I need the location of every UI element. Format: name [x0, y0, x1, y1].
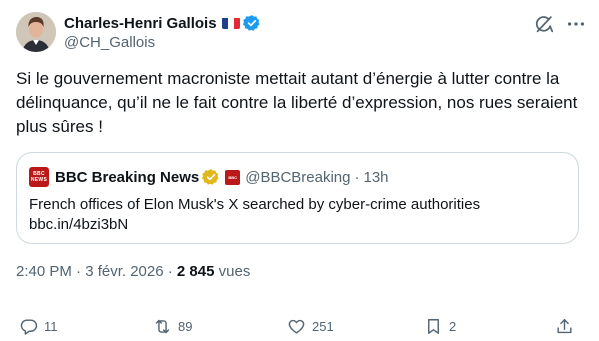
share-icon — [557, 318, 572, 333]
quoted-link[interactable]: bbc.in/4bzi3bN — [29, 215, 569, 235]
tweet-text: Si le gouvernement macroniste mettait au… — [16, 69, 578, 136]
repost-button[interactable]: 89 — [153, 313, 192, 339]
reply-icon — [20, 318, 38, 335]
quoted-text-line: French offices of Elon Musk's X searched… — [29, 196, 481, 213]
tweet-card: Charles-Henri Gallois @CH_Gallois Si le … — [0, 0, 599, 341]
more-options-icon[interactable] — [565, 13, 587, 35]
bbc-affiliate-logo[interactable]: BBC — [225, 169, 241, 185]
reply-button[interactable]: 11 — [19, 313, 58, 339]
bookmark-button[interactable]: 2 — [424, 313, 456, 339]
quoted-separator: · — [354, 168, 360, 186]
bookmark-count: 2 — [449, 318, 457, 334]
quoted-author-handle[interactable]: @BBCBreaking — [245, 169, 350, 186]
french-flag-icon — [221, 17, 240, 29]
like-count: 251 — [312, 318, 334, 334]
repost-icon — [155, 319, 170, 333]
gold-verified-badge-icon[interactable] — [202, 168, 220, 186]
heart-icon — [288, 319, 305, 334]
reply-count: 11 — [44, 318, 58, 334]
action-bar: 11 89 251 2 — [0, 313, 599, 339]
quoted-author-name[interactable]: BBC Breaking News — [55, 169, 199, 186]
tweet-meta: 2:40 PM · 3 févr. 2026 · 2 845 vues — [16, 263, 250, 280]
like-button[interactable]: 251 — [287, 313, 334, 339]
quoted-tweet-header: BBC NEWS BBC Breaking News BBC @BBCBreak… — [29, 167, 389, 187]
verified-badge-icon[interactable] — [242, 14, 261, 32]
repost-count: 89 — [178, 318, 193, 334]
tweet-timestamp[interactable]: 2:40 PM · 3 févr. 2026 · — [16, 263, 177, 280]
views-count: 2 845 — [176, 263, 215, 280]
grok-icon[interactable] — [533, 13, 555, 35]
author-avatar[interactable] — [16, 12, 56, 52]
views-label: vues — [214, 263, 251, 280]
author-name-row: Charles-Henri Gallois — [64, 13, 261, 33]
bookmark-icon — [428, 318, 439, 334]
bbc-avatar-text-bottom: NEWS — [30, 177, 48, 183]
quoted-author-avatar[interactable]: BBC NEWS — [29, 167, 49, 187]
share-button[interactable] — [555, 313, 574, 339]
author-display-name[interactable]: Charles-Henri Gallois — [64, 15, 217, 32]
quoted-tweet-text: French offices of Elon Musk's X searched… — [29, 195, 569, 235]
quoted-tweet[interactable]: BBC NEWS BBC Breaking News BBC @BBCBreak… — [16, 152, 579, 244]
quoted-time[interactable]: 13h — [364, 169, 389, 186]
author-handle[interactable]: @CH_Gallois — [64, 34, 155, 51]
